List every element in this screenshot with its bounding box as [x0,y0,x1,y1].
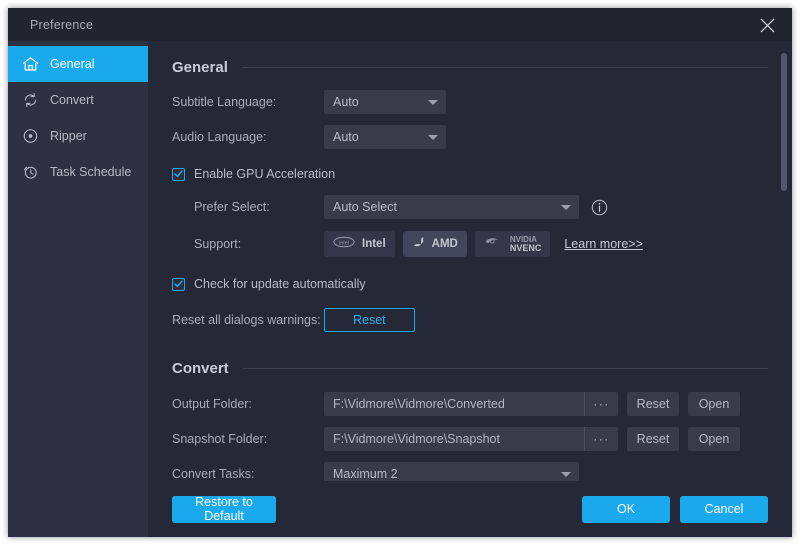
home-icon [22,54,44,74]
info-icon[interactable] [591,199,608,216]
output-folder-row: Output Folder: F:\Vidmore\Vidmore\Conver… [172,392,768,416]
output-folder-label: Output Folder: [172,397,324,411]
gpu-badge-label: AMD [432,238,458,250]
sidebar-item-convert[interactable]: Convert [8,82,148,118]
gpu-badge-intel[interactable]: intel Intel [324,231,395,257]
check-update-checkbox-row[interactable]: Check for update automatically [172,277,792,291]
sidebar-item-label: Ripper [50,129,87,143]
subtitle-language-row: Subtitle Language: Auto [172,90,768,114]
audio-language-row: Audio Language: Auto [172,125,768,149]
snapshot-folder-row: Snapshot Folder: F:\Vidmore\Vidmore\Snap… [172,427,768,451]
convert-tasks-value: Maximum 2 [333,467,398,481]
prefer-select-label: Prefer Select: [172,200,324,214]
preference-dialog: Preference General [8,8,792,537]
title-bar: Preference [8,8,792,41]
convert-icon [22,90,44,110]
convert-tasks-row: Convert Tasks: Maximum 2 [172,462,768,481]
chevron-down-icon [428,100,438,105]
sidebar-item-label: Convert [50,93,94,107]
ok-button[interactable]: OK [582,496,670,523]
close-icon[interactable] [752,10,782,40]
amd-logo-icon [412,235,425,253]
support-row: Support: intel Intel [172,231,768,257]
chevron-down-icon [561,205,571,210]
gpu-badge-label: NVENC [510,244,542,253]
sidebar-item-task-schedule[interactable]: Task Schedule [8,154,148,190]
snapshot-folder-path-group: F:\Vidmore\Vidmore\Snapshot ··· [324,427,618,451]
output-folder-open-button[interactable]: Open [688,392,740,416]
convert-tasks-select[interactable]: Maximum 2 [324,462,579,481]
cancel-button[interactable]: Cancel [680,496,768,523]
intel-logo-icon: intel [333,235,355,253]
gpu-badge-amd[interactable]: AMD [403,231,467,257]
divider [243,368,768,369]
subtitle-language-select[interactable]: Auto [324,90,446,114]
general-section-header: General [172,59,768,76]
snapshot-folder-label: Snapshot Folder: [172,432,324,446]
output-folder-input[interactable]: F:\Vidmore\Vidmore\Converted [324,392,584,416]
settings-scroll-area: General Subtitle Language: Auto Audio La… [148,41,792,481]
reset-warnings-button[interactable]: Reset [324,308,415,332]
snapshot-folder-reset-button[interactable]: Reset [627,427,679,451]
dialog-body: General Convert [8,41,792,537]
sidebar-item-label: General [50,57,94,71]
sidebar-item-label: Task Schedule [50,165,131,179]
support-label: Support: [172,237,324,251]
audio-language-label: Audio Language: [172,130,324,144]
sidebar-item-ripper[interactable]: Ripper [8,118,148,154]
nvidia-logo-icon [484,235,503,253]
sidebar-item-general[interactable]: General [8,46,148,82]
output-folder-path-group: F:\Vidmore\Vidmore\Converted ··· [324,392,618,416]
reset-warnings-row: Reset all dialogs warnings: Reset [172,308,768,332]
enable-gpu-checkbox[interactable] [172,168,185,181]
divider [242,67,768,68]
snapshot-folder-input[interactable]: F:\Vidmore\Vidmore\Snapshot [324,427,584,451]
learn-more-link[interactable]: Learn more>> [564,237,643,251]
check-update-label: Check for update automatically [194,277,366,291]
prefer-select-value: Auto Select [333,200,397,214]
output-folder-reset-button[interactable]: Reset [627,392,679,416]
chevron-down-icon [428,135,438,140]
audio-language-value: Auto [333,130,359,144]
check-update-checkbox[interactable] [172,278,185,291]
convert-tasks-label: Convert Tasks: [172,467,324,481]
enable-gpu-label: Enable GPU Acceleration [194,167,335,181]
dialog-footer: Restore to Default OK Cancel [148,481,792,537]
enable-gpu-checkbox-row[interactable]: Enable GPU Acceleration [172,167,792,181]
reset-warnings-label: Reset all dialogs warnings: [172,313,324,327]
prefer-select-dropdown[interactable]: Auto Select [324,195,579,219]
gpu-badge-nvenc[interactable]: NVIDIA NVENC [475,231,551,257]
section-title: General [172,59,228,76]
sidebar: General Convert [8,41,148,537]
section-title: Convert [172,360,229,377]
alarm-clock-icon [22,162,44,182]
gpu-badge-label: Intel [362,238,386,250]
output-folder-browse-button[interactable]: ··· [584,392,618,416]
window-title: Preference [30,18,93,32]
settings-scrollbar[interactable] [781,53,787,481]
chevron-down-icon [561,472,571,477]
subtitle-language-value: Auto [333,95,359,109]
content-pane: General Subtitle Language: Auto Audio La… [148,41,792,537]
convert-section-header: Convert [172,360,768,377]
audio-language-select[interactable]: Auto [324,125,446,149]
scrollbar-thumb[interactable] [781,53,787,191]
prefer-select-row: Prefer Select: Auto Select [172,195,768,219]
disc-icon [22,126,44,146]
svg-text:intel: intel [339,240,349,246]
subtitle-language-label: Subtitle Language: [172,95,324,109]
snapshot-folder-open-button[interactable]: Open [688,427,740,451]
restore-to-default-button[interactable]: Restore to Default [172,496,276,523]
snapshot-folder-browse-button[interactable]: ··· [584,427,618,451]
